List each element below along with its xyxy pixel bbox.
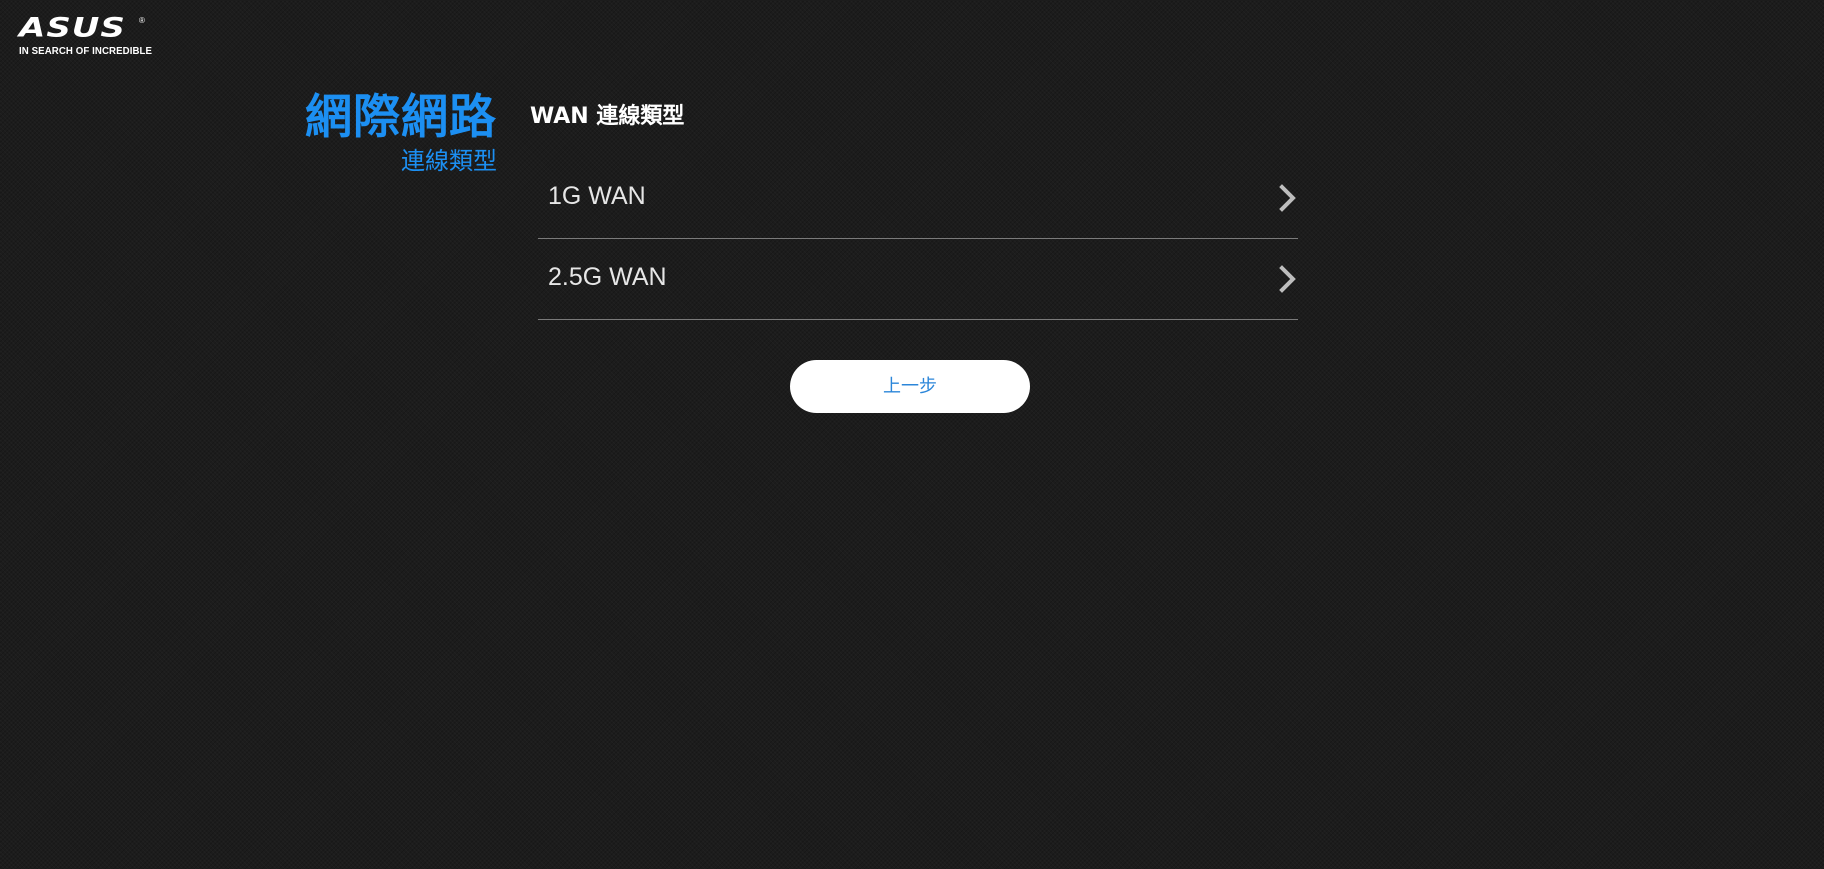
option-label: 1G WAN	[548, 182, 646, 210]
option-label: 2.5G WAN	[548, 263, 667, 291]
logo-tagline: IN SEARCH OF INCREDIBLE	[19, 45, 153, 57]
option-2-5g-wan[interactable]: 2.5G WAN	[538, 239, 1298, 320]
option-1g-wan[interactable]: 1G WAN	[538, 158, 1298, 239]
asus-logo: ASUS ® IN SEARCH OF INCREDIBLE	[19, 12, 152, 58]
registered-mark: ®	[139, 16, 145, 25]
chevron-right-icon	[1279, 184, 1296, 212]
page-title-block: 網際網路 連線類型	[305, 90, 497, 176]
section-heading: WAN 連線類型	[530, 104, 685, 129]
chevron-right-icon	[1279, 265, 1296, 293]
page-subtitle: 連線類型	[401, 147, 497, 175]
back-button[interactable]: 上一步	[790, 360, 1030, 413]
wan-type-list: 1G WAN 2.5G WAN	[538, 158, 1298, 320]
page-title: 網際網路	[305, 90, 497, 145]
logo-wordmark: ASUS	[19, 12, 126, 44]
